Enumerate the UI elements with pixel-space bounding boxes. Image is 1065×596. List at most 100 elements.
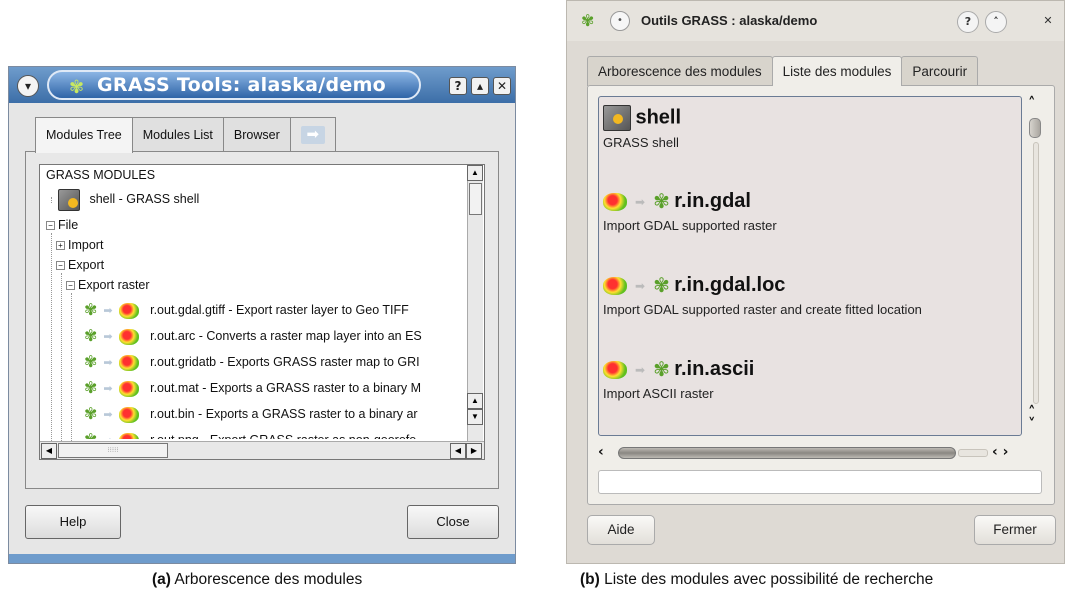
title-bar: ✾ • Outils GRASS : alaska/demo ? ˄ ✕: [567, 1, 1064, 41]
modules-tree[interactable]: GRASS MODULES shell - GRASS shell − File …: [39, 164, 485, 460]
raster-icon: [118, 302, 139, 319]
scroll-up-down-icon[interactable]: ˄ ˅: [1028, 405, 1036, 432]
caption-text: Liste des modules avec possibilité de re…: [599, 571, 934, 588]
scroll-up-icon[interactable]: ▲: [467, 165, 483, 181]
arrow-right-icon: ➡: [300, 126, 325, 144]
vertical-scrollbar[interactable]: ˄ ˄ ˅: [1025, 94, 1049, 444]
raster-icon: [118, 328, 139, 345]
tree-item-export-raster[interactable]: − Export raster: [66, 275, 150, 295]
collapse-icon[interactable]: −: [46, 221, 55, 231]
close-icon[interactable]: ✕: [493, 77, 511, 95]
fermer-button[interactable]: Fermer: [974, 515, 1056, 545]
scrollbar-thumb[interactable]: ⁝⁝⁝⁝⁝: [58, 443, 168, 458]
scroll-left-icon[interactable]: ◀: [41, 443, 57, 459]
arrow-right-icon: ➡: [103, 382, 113, 395]
help-icon[interactable]: ?: [957, 11, 979, 33]
title-bar: ▾ ✾ GRASS Tools: alaska/demo ? ▴ ✕: [9, 67, 515, 103]
tree-root[interactable]: GRASS MODULES: [46, 165, 155, 185]
tree-item-label: Import: [68, 238, 104, 252]
maximize-icon[interactable]: ˄: [985, 11, 1007, 33]
scrollbar-track[interactable]: [958, 449, 988, 457]
search-input[interactable]: [598, 470, 1042, 494]
tree-item-import[interactable]: + Import: [56, 235, 103, 255]
expand-icon[interactable]: +: [56, 241, 65, 251]
modules-list[interactable]: shell GRASS shell ➡ ✾ r.in.gdal Import GD…: [598, 96, 1022, 436]
tree-item-module[interactable]: ✾ ➡ r.out.gridatb - Exports GRASS raster …: [84, 349, 420, 375]
window-menu-button[interactable]: ▾: [17, 75, 39, 97]
help-icon[interactable]: ?: [449, 77, 467, 95]
tree-line: [51, 197, 52, 203]
tree-item-export[interactable]: − Export: [56, 255, 104, 275]
close-icon[interactable]: ✕: [1037, 11, 1059, 33]
module-description: Import GDAL supported raster: [603, 218, 777, 233]
tree-item-module[interactable]: ✾ ➡ r.out.arc - Converts a raster map lay…: [84, 323, 422, 349]
module-description: GRASS shell: [603, 135, 679, 150]
tree-item-label: File: [58, 218, 79, 232]
grass-leaf-icon: ✾: [84, 327, 98, 345]
arrow-right-icon: ➡: [635, 194, 646, 209]
tree-item-file[interactable]: − File: [46, 215, 78, 235]
tree-line: [51, 233, 52, 459]
scrollbar-thumb[interactable]: [618, 447, 956, 459]
module-name: shell: [635, 106, 682, 129]
scroll-right-icon[interactable]: ▶: [466, 443, 482, 459]
grass-leaf-icon: ✾: [653, 359, 670, 381]
grass-tools-window-fr: ✾ • Outils GRASS : alaska/demo ? ˄ ✕ Arb…: [566, 0, 1065, 564]
tab-arrow[interactable]: ➡: [289, 117, 336, 151]
window-menu-button[interactable]: •: [610, 11, 630, 31]
tree-item-label: Export: [68, 258, 105, 272]
arrow-right-icon: ➡: [103, 356, 113, 369]
raster-icon: [118, 406, 139, 423]
tree-item-label: Export raster: [78, 278, 150, 292]
grass-leaf-icon: ✾: [84, 353, 98, 371]
caption-label: (b): [580, 571, 600, 588]
scrollbar-track[interactable]: [1033, 142, 1039, 404]
help-button[interactable]: Help: [25, 505, 121, 539]
grass-leaf-icon: ✾: [653, 191, 670, 213]
maximize-icon[interactable]: ▴: [471, 77, 489, 95]
tab-modules-tree[interactable]: Modules Tree: [35, 117, 133, 153]
tree-item-module[interactable]: ✾ ➡ r.out.mat - Exports a GRASS raster to…: [84, 375, 421, 401]
scroll-up-icon[interactable]: ▲: [467, 393, 483, 409]
module-name: r.in.gdal.loc: [674, 274, 786, 296]
scroll-up-icon[interactable]: ˄: [1028, 94, 1036, 112]
window-title: GRASS Tools: alaska/demo: [97, 74, 387, 96]
caption-b: (b) Liste des modules avec possibilité d…: [580, 571, 933, 589]
tree-item-module[interactable]: ✾ ➡ r.out.bin - Exports a GRASS raster to…: [84, 401, 418, 427]
list-item[interactable]: ➡ ✾ r.in.gdal.loc Import GDAL supported r…: [603, 273, 922, 317]
raster-icon: [118, 380, 139, 397]
tab-modules-list[interactable]: Liste des modules: [771, 56, 903, 86]
grass-leaf-icon: ✾: [84, 379, 98, 397]
tab-browser[interactable]: Parcourir: [901, 56, 979, 86]
scroll-left-icon[interactable]: ‹: [598, 444, 604, 460]
tree-line: [61, 273, 62, 459]
shell-icon: [58, 188, 80, 211]
scroll-left-right-icon[interactable]: ‹ ›: [992, 444, 1008, 460]
tree-item-shell[interactable]: shell - GRASS shell: [58, 185, 199, 213]
list-item[interactable]: shell GRASS shell: [603, 105, 681, 150]
list-item[interactable]: ➡ ✾ r.in.ascii Import ASCII raster: [603, 357, 754, 401]
tab-modules-list[interactable]: Modules List: [131, 117, 224, 151]
arrow-right-icon: ➡: [635, 362, 646, 377]
scroll-down-icon[interactable]: ▼: [467, 409, 483, 425]
grass-leaf-icon: ✾: [84, 405, 98, 423]
collapse-icon[interactable]: −: [66, 281, 75, 291]
caption-a: (a) Arborescence des modules: [152, 571, 362, 589]
arrow-right-icon: ➡: [103, 304, 113, 317]
collapse-icon[interactable]: −: [56, 261, 65, 271]
scroll-left-icon[interactable]: ◀: [450, 443, 466, 459]
tab-modules-tree[interactable]: Arborescence des modules: [587, 56, 773, 86]
list-item[interactable]: ➡ ✾ r.in.gdal Import GDAL supported raste…: [603, 189, 777, 233]
vertical-scrollbar[interactable]: ▲ ▲ ▼: [467, 165, 483, 441]
grass-leaf-icon: ✾: [69, 77, 85, 98]
scrollbar-thumb[interactable]: [469, 183, 482, 215]
horizontal-scrollbar[interactable]: ◀ ⁝⁝⁝⁝⁝ ◀ ▶: [40, 441, 484, 459]
tree-item-module[interactable]: ✾ ➡ r.out.gdal.gtiff - Export raster laye…: [84, 297, 409, 323]
tab-browser[interactable]: Browser: [222, 117, 291, 151]
horizontal-scrollbar[interactable]: ‹ ‹ ›: [596, 444, 1026, 462]
scrollbar-thumb[interactable]: [1029, 118, 1041, 138]
raster-icon: [603, 276, 627, 295]
tree-line: [71, 293, 72, 459]
close-button[interactable]: Close: [407, 505, 499, 539]
aide-button[interactable]: Aide: [587, 515, 655, 545]
